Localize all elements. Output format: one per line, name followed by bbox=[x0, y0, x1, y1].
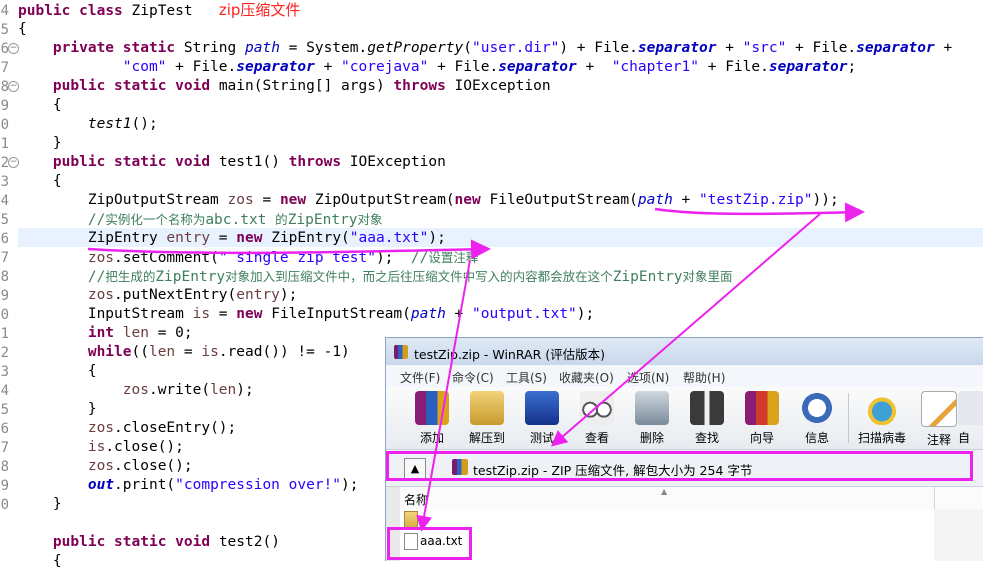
underline-arrow bbox=[87, 239, 491, 260]
annotation-overlay bbox=[87, 202, 865, 532]
pointer-arrow bbox=[550, 213, 821, 447]
pointer-arrow bbox=[416, 259, 471, 532]
underline-arrow bbox=[654, 202, 865, 223]
